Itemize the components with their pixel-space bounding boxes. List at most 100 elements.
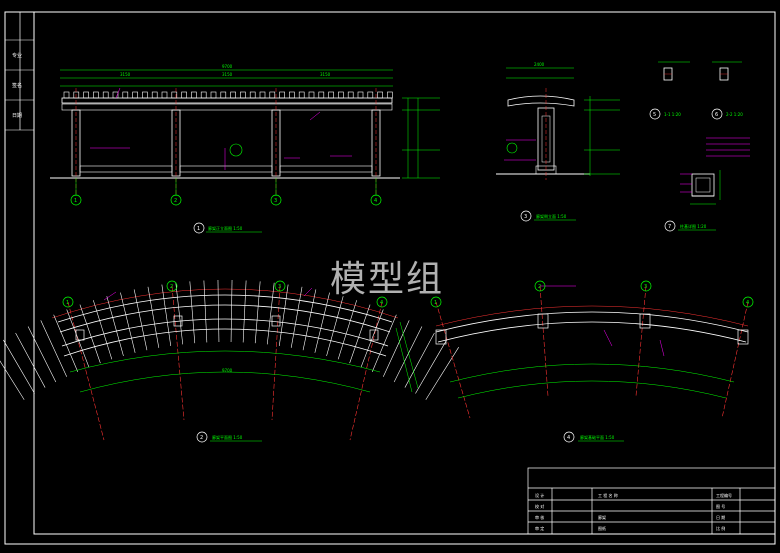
front-bay-dim: 3150 <box>120 72 131 77</box>
column-detail-view: 7 柱基详图 1:20 <box>664 137 750 232</box>
bench <box>179 165 273 173</box>
rafter <box>133 289 148 351</box>
view-caption: 廊架侧立面 1:50 <box>536 213 567 219</box>
strip-label: 日期 <box>12 113 22 119</box>
rafter <box>3 339 35 394</box>
rafter-end <box>289 91 295 99</box>
view-caption: 2-2 1:20 <box>726 112 743 117</box>
rafter <box>175 282 184 345</box>
rafter-end <box>230 91 236 99</box>
view-caption: 廊架正立面图 1:50 <box>208 225 243 231</box>
view-number: 6 <box>715 112 718 118</box>
rafter-end <box>367 91 374 99</box>
rafter <box>147 286 160 348</box>
rafter <box>161 284 172 346</box>
strip-label: 签名 <box>12 82 22 89</box>
view-number: 3 <box>524 214 527 220</box>
tb-drawing-name: 廊架 <box>598 514 606 520</box>
rafter-end <box>347 91 354 99</box>
view-number: 5 <box>653 112 656 118</box>
watermark-text: 模型组 <box>330 259 445 300</box>
rafter-end <box>200 91 207 99</box>
rafter <box>15 332 46 388</box>
view-caption: 柱基详图 1:20 <box>680 223 707 229</box>
rafter-end <box>132 91 138 99</box>
bench <box>79 165 173 173</box>
rafter-end <box>357 91 364 99</box>
rafter <box>120 292 136 353</box>
rafter <box>217 280 220 343</box>
rafter <box>53 314 79 372</box>
axis-label: 4 <box>746 300 749 306</box>
rafter-end <box>318 91 325 99</box>
rafter-end <box>308 91 315 99</box>
rafter <box>290 286 303 348</box>
tb-right-label: 图 号 <box>716 503 725 509</box>
rafter <box>266 282 275 345</box>
axis-label: 2 <box>170 284 173 290</box>
plan-view: 9700 1 2 3 4 2 廊架平面图 1:50 <box>0 280 459 443</box>
rafter-end <box>220 91 227 99</box>
rafter <box>254 281 261 344</box>
rafter-end <box>181 91 187 99</box>
foundation-plan-view: 1 2 3 4 4 廊架基础平面 1:50 <box>430 280 754 443</box>
axis-label: 3 <box>278 284 281 290</box>
rafter-end <box>73 91 80 99</box>
strip-label: 专业 <box>12 52 22 59</box>
axis-label: 2 <box>174 198 177 204</box>
tb-right-label: 工程编号 <box>716 492 732 498</box>
rafter-end <box>102 91 109 99</box>
tb-right-label: 日 期 <box>716 514 725 520</box>
front-bay-dim: 3150 <box>320 72 331 77</box>
view-number: 7 <box>668 224 671 230</box>
rafter <box>27 326 57 383</box>
rafter-end <box>249 91 256 99</box>
rafter-end <box>142 91 148 99</box>
front-total-dim: 9700 <box>222 64 233 69</box>
front-elevation-view: 9700 3150 3150 3150 1 2 3 4 1 廊架正立面图 1:5… <box>50 64 440 234</box>
axis-label: 3 <box>274 198 277 204</box>
rafter-end <box>269 91 276 99</box>
side-beam <box>507 95 575 107</box>
rafter <box>404 332 435 388</box>
rafter <box>371 314 397 372</box>
secondary-beam <box>61 103 393 111</box>
rafter-end <box>161 91 168 99</box>
axis-label: 4 <box>374 198 377 204</box>
axis-label: 1 <box>74 198 77 204</box>
rafter-end <box>338 91 344 99</box>
rafter-end <box>377 91 383 99</box>
rafter <box>230 280 233 343</box>
detail-5-view: 5 1-1 1:20 <box>649 61 690 120</box>
axis-label: 2 <box>538 284 541 290</box>
rafter <box>314 292 330 353</box>
rafter <box>278 284 289 346</box>
rafter-end <box>240 91 246 99</box>
rafter-end <box>83 91 89 99</box>
rafter-ends <box>63 91 393 99</box>
rafter-end <box>298 91 305 99</box>
rafter-end <box>210 91 217 99</box>
front-bay-dim: 3150 <box>222 72 233 77</box>
rafter <box>425 347 459 400</box>
title-block <box>527 467 776 535</box>
rafter <box>415 339 447 394</box>
tb-sheet: 图纸 <box>598 525 606 531</box>
rafter <box>242 280 247 343</box>
rafter-end <box>328 91 334 99</box>
tb-left-label: 设 计 <box>535 492 544 498</box>
side-total-dim: 2400 <box>534 62 545 67</box>
axis-label: 1 <box>66 300 69 306</box>
view-number: 2 <box>200 435 203 441</box>
axis-label: 3 <box>644 284 647 290</box>
rafter-end <box>191 91 197 99</box>
tb-left-label: 审 核 <box>535 514 544 520</box>
rafter-end <box>259 91 266 99</box>
rafter-end <box>279 91 285 99</box>
view-number: 1 <box>197 226 200 232</box>
rafter-end <box>122 91 129 99</box>
rafter-end <box>151 91 158 99</box>
rafter <box>302 289 317 351</box>
tb-right-label: 比 例 <box>716 525 725 531</box>
plan-total-dim: 9700 <box>222 368 233 373</box>
